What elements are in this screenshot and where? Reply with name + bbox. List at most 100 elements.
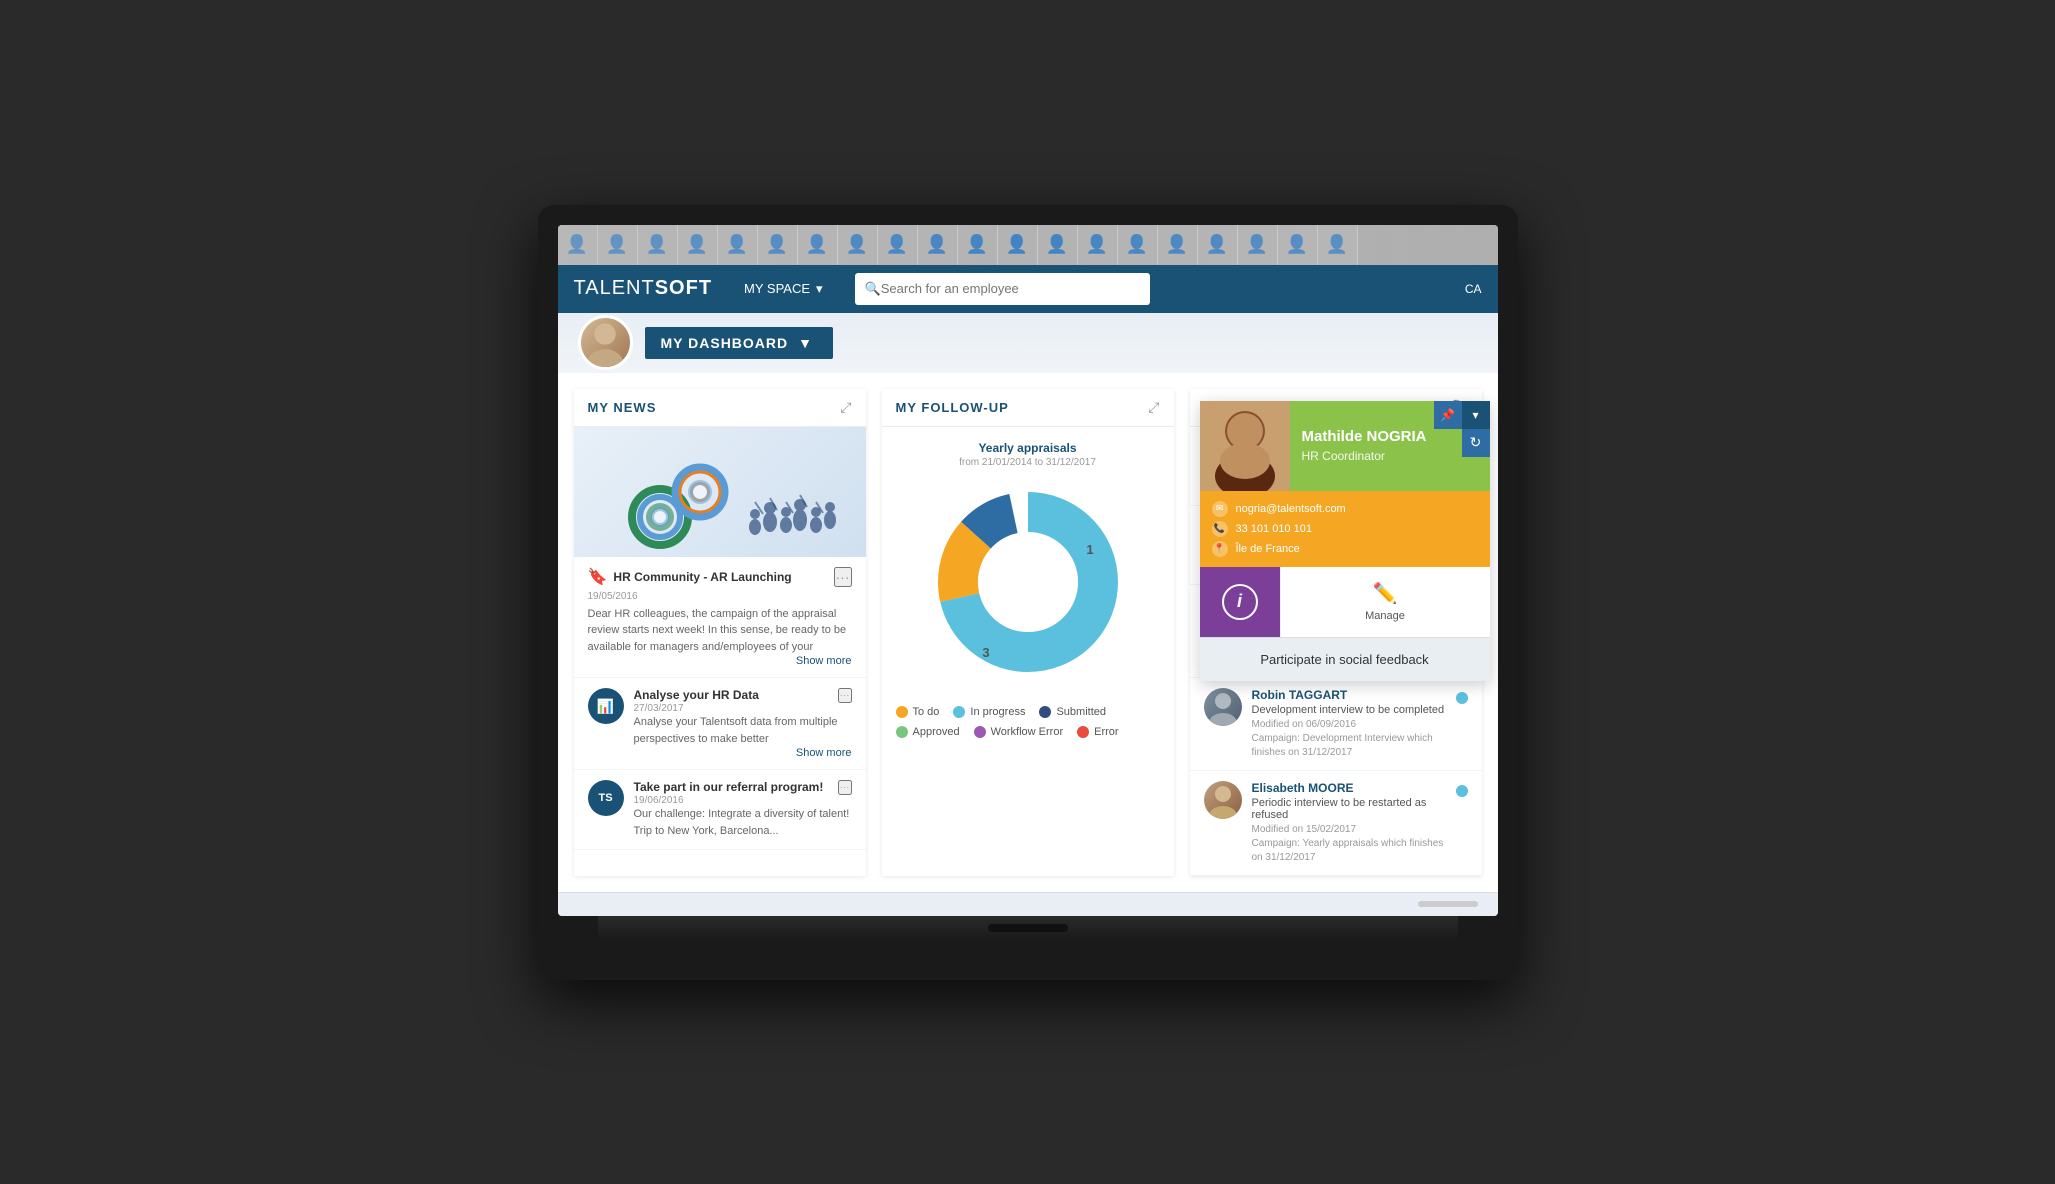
action-avatar-robin2 <box>1204 688 1242 726</box>
news-hero-image <box>574 427 866 557</box>
news-item-title-group: 🔖 HR Community - AR Launching <box>588 567 792 587</box>
news-icon-item-2: TS Take part in our referral program! ··… <box>574 770 866 850</box>
legend-label-todo: To do <box>913 706 940 718</box>
top-navigation: TALENTSOFT MY SPACE ▾ 🔍 CA <box>558 265 1498 313</box>
donut-svg: 1 3 <box>918 482 1138 682</box>
app-logo: TALENTSOFT <box>574 277 713 300</box>
donut-chart: 1 3 <box>896 482 1160 682</box>
legend-label-inprogress: In progress <box>970 706 1025 718</box>
main-wrapper: MY DASHBOARD ▼ MY NEWS ⤢ <box>558 313 1498 892</box>
profile-email: ✉ nogria@talentsoft.com <box>1212 501 1478 517</box>
elisabeth-moore-content: Elisabeth MOORE Periodic interview to be… <box>1252 781 1446 865</box>
profile-pin-button[interactable]: 📌 <box>1434 401 1462 429</box>
analyse-hr-title: Analyse your HR Data <box>634 688 759 703</box>
bottom-bar <box>558 892 1498 916</box>
my-space-button[interactable]: MY SPACE ▾ <box>732 275 835 303</box>
referral-content: Take part in our referral program! ··· 1… <box>634 780 852 839</box>
robin-taggart-content-2: Robin TAGGART Development interview to b… <box>1252 688 1446 760</box>
locale-indicator: CA <box>1465 282 1482 296</box>
email-icon: ✉ <box>1212 501 1228 517</box>
show-more-link-2[interactable]: Show more <box>634 747 852 759</box>
analyse-hr-date: 27/03/2017 <box>634 703 852 714</box>
news-item-title: HR Community - AR Launching <box>613 570 791 584</box>
action-person-name-4: Robin TAGGART <box>1252 688 1446 702</box>
participate-label: Participate in social feedback <box>1260 652 1428 667</box>
legend-label-approved: Approved <box>913 726 960 738</box>
profile-portrait <box>1200 401 1290 491</box>
my-news-panel: MY NEWS ⤢ <box>574 389 866 876</box>
profile-panel-controls: 📌 ▾ <box>1434 401 1490 429</box>
profile-panel: Mathilde NOGRIA HR Coordinator 📌 ▾ ↻ <box>1200 401 1490 681</box>
user-avatar <box>578 315 633 370</box>
expand-news-button[interactable]: ⤢ <box>840 399 851 416</box>
participate-social-feedback-button[interactable]: Participate in social feedback <box>1200 637 1490 681</box>
chart-label-1: 1 <box>1086 542 1093 557</box>
chevron-down-icon: ▾ <box>816 281 823 297</box>
pencil-icon: ✏️ <box>1373 581 1398 606</box>
banner-overlay <box>558 225 1498 265</box>
my-space-label: MY SPACE <box>744 281 810 296</box>
email-value: nogria@talentsoft.com <box>1236 503 1346 515</box>
referral-text: Our challenge: Integrate a diversity of … <box>634 806 852 839</box>
action-avatar-elisabeth <box>1204 781 1242 819</box>
manage-label: Manage <box>1365 610 1405 622</box>
news-options-button[interactable]: ··· <box>834 567 852 587</box>
news-options-button-3[interactable]: ··· <box>838 780 852 795</box>
action-item-4: Robin TAGGART Development interview to b… <box>1190 678 1482 771</box>
my-news-title: MY NEWS <box>588 400 657 415</box>
news-icon-hr: 📊 <box>588 688 624 724</box>
my-news-header: MY NEWS ⤢ <box>574 389 866 427</box>
legend-label-workflow-error: Workflow Error <box>991 726 1064 738</box>
bookmark-icon: 🔖 <box>588 567 608 587</box>
profile-dropdown-button[interactable]: ▾ <box>1462 401 1490 429</box>
legend-dot-workflow-error <box>974 726 986 738</box>
location-value: Île de France <box>1236 543 1300 555</box>
referral-header: Take part in our referral program! ··· <box>634 780 852 795</box>
chart-legend: To do In progress Submitted Approve <box>882 696 1174 748</box>
my-follow-up-title: MY FOLLOW-UP <box>896 400 1009 415</box>
profile-manage-button[interactable]: ✏️ Manage <box>1280 567 1490 637</box>
show-more-link[interactable]: Show more <box>588 655 852 667</box>
profile-info-button[interactable]: i <box>1200 567 1280 637</box>
action-detail-9: Modified on 15/02/2017 <box>1252 823 1446 837</box>
chart-icon: 📊 <box>597 698 614 715</box>
my-follow-up-panel: MY FOLLOW-UP ⤢ Yearly appraisals from 21… <box>882 389 1174 876</box>
news-options-button-2[interactable]: ··· <box>838 688 852 703</box>
action-item-5: Elisabeth MOORE Periodic interview to be… <box>1190 771 1482 876</box>
search-icon: 🔍 <box>865 281 881 297</box>
action-detail-7: Modified on 06/09/2016 <box>1252 718 1446 732</box>
action-person-name-5: Elisabeth MOORE <box>1252 781 1446 795</box>
news-icon-ts: TS <box>588 780 624 816</box>
referral-title: Take part in our referral program! <box>634 780 824 795</box>
legend-dot-approved <box>896 726 908 738</box>
news-icon-item: 📊 Analyse your HR Data ··· 27/03/2017 An… <box>574 678 866 770</box>
profile-logout-button[interactable]: ↻ <box>1462 429 1490 457</box>
laptop-notch <box>988 924 1068 932</box>
profile-contact-info: ✉ nogria@talentsoft.com 📞 33 101 010 101… <box>1200 491 1490 567</box>
dropdown-arrow-icon: ▼ <box>798 335 813 351</box>
scroll-indicator <box>1418 901 1478 907</box>
logo-soft: SOFT <box>655 277 712 299</box>
legend-label-submitted: Submitted <box>1056 706 1106 718</box>
referral-date: 19/06/2016 <box>634 795 852 806</box>
action-type-4: Development interview to be completed <box>1252 704 1446 716</box>
action-type-5: Periodic interview to be restarted as re… <box>1252 797 1446 821</box>
profile-logout-area: ↻ <box>1462 429 1490 457</box>
search-input[interactable] <box>881 281 1140 296</box>
news-item-date: 19/05/2016 <box>588 591 852 602</box>
search-box[interactable]: 🔍 <box>855 273 1150 305</box>
legend-workflow-error: Workflow Error <box>974 726 1064 738</box>
legend-error: Error <box>1077 726 1118 738</box>
dashboard-title-button[interactable]: MY DASHBOARD ▼ <box>645 327 834 359</box>
action-status-dot-4 <box>1456 692 1468 704</box>
legend-to-do: To do <box>896 706 940 718</box>
logo-talent: TALENT <box>574 277 655 299</box>
expand-follow-up-button[interactable]: ⤢ <box>1148 399 1159 416</box>
chart-title: Yearly appraisals <box>896 441 1160 455</box>
photo-banner: 👤 👤 👤 👤 👤 👤 👤 👤 👤 👤 👤 👤 👤 👤 👤 👤 👤 👤 👤 👤 <box>558 225 1498 265</box>
dashboard-header-bar: MY DASHBOARD ▼ <box>558 313 1498 373</box>
news-icon-content: Analyse your HR Data ··· 27/03/2017 Anal… <box>634 688 852 759</box>
chart-section: Yearly appraisals from 21/01/2014 to 31/… <box>882 427 1174 696</box>
profile-phone: 📞 33 101 010 101 <box>1212 521 1478 537</box>
legend-in-progress: In progress <box>953 706 1025 718</box>
